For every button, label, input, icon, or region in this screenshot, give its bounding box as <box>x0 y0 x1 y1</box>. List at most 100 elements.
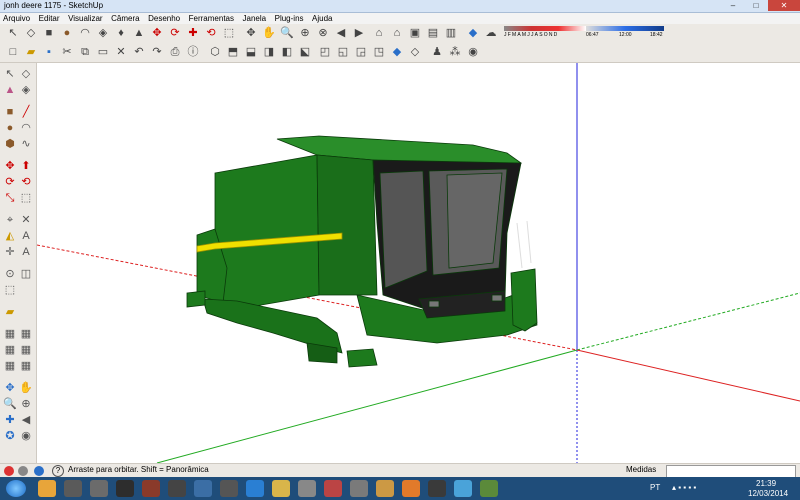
menu-camera[interactable]: Câmera <box>108 13 142 24</box>
move-icon[interactable]: ✥ <box>3 159 17 173</box>
zoom-icon[interactable]: 🔍 <box>280 26 294 40</box>
back-view-icon[interactable]: ◧ <box>280 45 294 59</box>
drawing-viewport[interactable] <box>37 63 800 463</box>
menu-ajuda[interactable]: Ajuda <box>309 13 335 24</box>
erase-tool-icon[interactable]: ◈ <box>19 83 33 97</box>
3d-text-icon[interactable]: A <box>19 245 33 259</box>
clock-time[interactable]: 21:39 <box>756 479 776 488</box>
extension-icon[interactable]: ▥ <box>444 26 458 40</box>
footprints-icon[interactable]: ⁂ <box>448 45 462 59</box>
walk-icon[interactable]: ♟ <box>430 45 444 59</box>
pan-icon[interactable]: ✋ <box>19 381 33 395</box>
zoom-window-icon[interactable]: ⊕ <box>298 26 312 40</box>
top-view-icon[interactable]: ⬒ <box>226 45 240 59</box>
sandbox-from-contours-icon[interactable]: ▦ <box>3 327 17 341</box>
select-icon[interactable]: ↖ <box>3 67 17 81</box>
monochrome-icon[interactable]: ◇ <box>408 45 422 59</box>
erase-tool-icon[interactable]: ◈ <box>96 26 110 40</box>
drape-icon[interactable]: ▦ <box>3 359 17 373</box>
make-component-icon[interactable]: ◇ <box>19 67 33 81</box>
protractor-icon[interactable]: ◭ <box>3 229 17 243</box>
circle-icon[interactable]: ● <box>60 26 74 40</box>
clock-date[interactable]: 12/03/2014 <box>748 489 788 498</box>
circle-icon[interactable]: ● <box>3 121 17 135</box>
menu-janela[interactable]: Janela <box>240 13 270 24</box>
position-camera-icon[interactable]: ✪ <box>3 429 17 443</box>
ie-icon[interactable] <box>246 480 264 497</box>
right-view-icon[interactable]: ◨ <box>262 45 276 59</box>
front-view-icon[interactable]: ⬓ <box>244 45 258 59</box>
taskbar-app-icon[interactable] <box>350 480 368 497</box>
zoom-window-icon[interactable]: ⊕ <box>19 397 33 411</box>
arc-icon[interactable]: ◠ <box>78 26 92 40</box>
follow-me-icon[interactable]: ⟲ <box>19 175 33 189</box>
menu-visualizar[interactable]: Visualizar <box>65 13 106 24</box>
menu-arquivo[interactable]: Arquivo <box>0 13 33 24</box>
share-icon[interactable]: ▤ <box>426 26 440 40</box>
taskbar-app-icon[interactable] <box>376 480 394 497</box>
firefox-icon[interactable] <box>402 480 420 497</box>
start-button[interactable] <box>6 480 26 497</box>
paint-icon[interactable]: ▲ <box>3 83 17 97</box>
menu-editar[interactable]: Editar <box>36 13 63 24</box>
scale-icon[interactable]: ⟲ <box>204 26 218 40</box>
wireframe-icon[interactable]: ◱ <box>336 45 350 59</box>
taskbar-app-icon[interactable] <box>220 480 238 497</box>
orbit-icon[interactable]: ✥ <box>244 26 258 40</box>
time-slider[interactable] <box>586 26 664 31</box>
tray-icons[interactable]: ▴ ▪ ▪ ▪ ▪ <box>672 483 696 492</box>
axes-icon[interactable]: ✛ <box>3 245 17 259</box>
orbit-icon[interactable]: ✥ <box>3 381 17 395</box>
offset-icon[interactable]: ⬚ <box>222 26 236 40</box>
tape-measure-icon[interactable]: ⌖ <box>3 213 17 227</box>
shaded-texture-icon[interactable]: ◆ <box>390 45 404 59</box>
taskbar-app-icon[interactable] <box>64 480 82 497</box>
look-around-icon[interactable]: ◉ <box>19 429 33 443</box>
pan-icon[interactable]: ✋ <box>262 26 276 40</box>
zoom-extents-icon[interactable]: ✚ <box>3 413 17 427</box>
month-slider[interactable] <box>504 26 586 31</box>
component-icon[interactable]: ⌂ <box>372 26 386 40</box>
taskbar-app-icon[interactable] <box>298 480 316 497</box>
warehouse-icon[interactable]: ▣ <box>408 26 422 40</box>
new-file-icon[interactable]: □ <box>6 45 20 59</box>
left-view-icon[interactable]: ⬕ <box>298 45 312 59</box>
smoove-icon[interactable]: ▦ <box>3 343 17 357</box>
section-plane-icon[interactable]: ◫ <box>19 267 33 281</box>
cut-icon[interactable]: ✂ <box>60 45 74 59</box>
orbit-tool-icon[interactable]: ⊙ <box>3 267 17 281</box>
taskbar-app-icon[interactable] <box>480 480 498 497</box>
taskbar-app-icon[interactable] <box>168 480 186 497</box>
sandbox-icon[interactable]: ▰ <box>3 305 17 319</box>
rectangle-icon[interactable]: ■ <box>42 26 56 40</box>
xray-icon[interactable]: ◰ <box>318 45 332 59</box>
dimension-icon[interactable]: ✕ <box>19 213 33 227</box>
erase-icon[interactable]: ✕ <box>114 45 128 59</box>
look-around-icon[interactable]: ◉ <box>466 45 480 59</box>
house-icon[interactable]: ⌂ <box>390 26 404 40</box>
sketchup-icon[interactable] <box>324 480 342 497</box>
undo-icon[interactable]: ↶ <box>132 45 146 59</box>
taskbar-app-icon[interactable] <box>454 480 472 497</box>
menu-plugins[interactable]: Plug-ins <box>272 13 307 24</box>
next-view-icon[interactable]: ▶ <box>352 26 366 40</box>
minimize-button[interactable]: – <box>722 0 744 11</box>
combine-model[interactable] <box>186 135 538 368</box>
rectangle-icon[interactable]: ■ <box>3 105 17 119</box>
taskbar-app-icon[interactable] <box>90 480 108 497</box>
push-pull-icon[interactable]: ▲ <box>132 26 146 40</box>
hidden-line-icon[interactable]: ◲ <box>354 45 368 59</box>
steam-icon[interactable] <box>116 480 134 497</box>
stamp-icon[interactable]: ▦ <box>19 343 33 357</box>
menu-desenho[interactable]: Desenho <box>145 13 183 24</box>
select-icon[interactable]: ↖ <box>6 26 20 40</box>
scale-icon[interactable]: ⤡ <box>3 191 17 205</box>
paint-bucket-icon[interactable]: ♦ <box>114 26 128 40</box>
paste-icon[interactable]: ▭ <box>96 45 110 59</box>
chrome-icon[interactable] <box>38 480 56 497</box>
iso-view-icon[interactable]: ⬡ <box>208 45 222 59</box>
menu-ferramentas[interactable]: Ferramentas <box>186 13 237 24</box>
rotate-icon[interactable]: ⟳ <box>168 26 182 40</box>
rotate-icon[interactable]: ⟳ <box>3 175 17 189</box>
model-canvas[interactable] <box>37 63 800 463</box>
